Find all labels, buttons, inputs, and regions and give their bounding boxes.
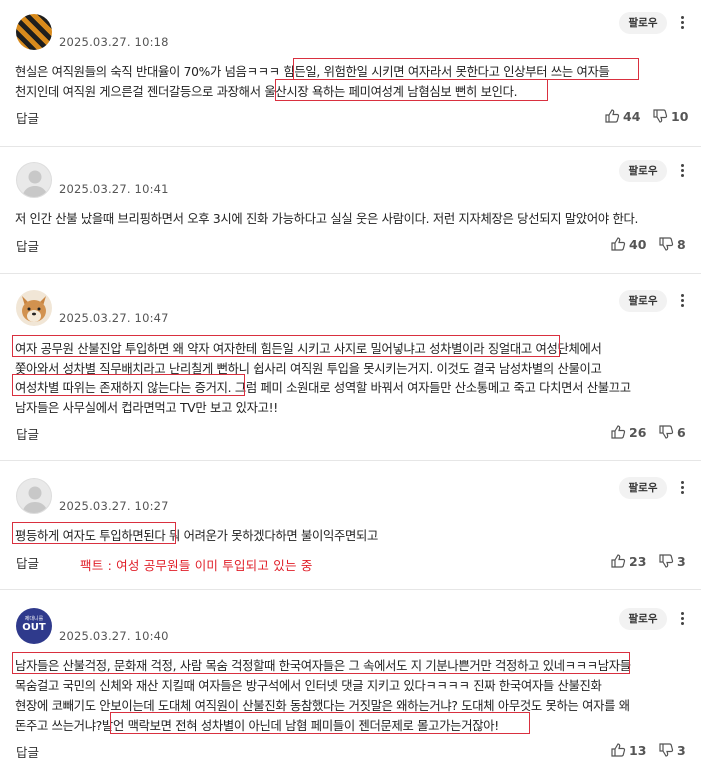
follow-button[interactable]: 팔로우: [619, 608, 667, 630]
comment-date: 2025.03.27. 10:40: [59, 629, 169, 643]
fact-note: 팩트 : 여성 공무원들 이미 투입되고 있는 중: [80, 558, 313, 573]
comment-item: 2025.03.27. 10:47 팔로우 여자 공무원 산불진압 투입하면 왜…: [0, 274, 701, 460]
thumbs-up-icon: [611, 237, 626, 251]
thumbs-up-icon: [611, 425, 626, 439]
comment-text-line: 남자들은 사무실에서 컵라면먹고 TV만 보고 있자고!!: [15, 401, 278, 415]
comment-text-line: 저 인간 산불 났을때 브리핑하면서 오후 3시에 진화 가능하다고 실실 웃은…: [15, 212, 639, 226]
reply-button[interactable]: 답글: [16, 553, 39, 572]
follow-button[interactable]: 팔로우: [619, 290, 667, 312]
more-options-icon[interactable]: [677, 292, 687, 310]
comment-item: 2025.03.27. 10:41 팔로우 저 인간 산불 났을때 브리핑하면서…: [0, 147, 701, 273]
like-count: 40: [629, 236, 647, 252]
follow-button[interactable]: 팔로우: [619, 160, 667, 182]
thumbs-down-icon: [659, 237, 674, 251]
follow-button[interactable]: 팔로우: [619, 12, 667, 34]
avatar-badge-text: OUT: [22, 622, 46, 633]
like-button[interactable]: 26: [610, 424, 646, 440]
like-button[interactable]: 13: [610, 742, 646, 758]
like-button[interactable]: 40: [610, 236, 646, 252]
avatar[interactable]: [16, 478, 52, 514]
like-count: 23: [629, 553, 647, 569]
avatar[interactable]: [16, 14, 52, 50]
avatar[interactable]: [16, 162, 52, 198]
comment-item: 2025.03.27. 10:27 팔로우 평등하게 여자도 투입하면된다 뭐 …: [0, 461, 701, 589]
highlight-box: [275, 79, 548, 101]
reply-button[interactable]: 답글: [16, 236, 39, 255]
more-options-icon[interactable]: [677, 162, 687, 180]
comment-text-line: 목숨걸고 국민의 신체와 재산 지킬때 여자들은 방구석에서 인터넷 댓글 지키…: [15, 679, 602, 693]
more-options-icon[interactable]: [677, 610, 687, 628]
dislike-count: 10: [671, 108, 689, 124]
thumbs-down-icon: [659, 554, 674, 568]
thumbs-down-icon: [659, 425, 674, 439]
comment-item: 제대니를 OUT 2025.03.27. 10:40 팔로우 남자들은 산불걱정…: [0, 590, 701, 776]
avatar[interactable]: [16, 290, 52, 326]
highlight-box: [12, 374, 245, 396]
highlight-box: [293, 58, 639, 80]
thumbs-down-icon: [653, 109, 668, 123]
highlight-box: [12, 522, 176, 544]
avatar[interactable]: 제대니를 OUT: [16, 608, 52, 644]
dislike-count: 8: [677, 236, 686, 252]
highlight-box: [12, 335, 560, 357]
comment-item: 2025.03.27. 10:18 팔로우 현실은 여직원들의 숙직 반대율이 …: [0, 0, 701, 146]
like-count: 13: [629, 742, 647, 758]
dislike-count: 3: [677, 553, 686, 569]
thumbs-up-icon: [611, 554, 626, 568]
reply-button[interactable]: 답글: [16, 424, 39, 443]
like-button[interactable]: 23: [610, 553, 646, 569]
dislike-button[interactable]: 6: [658, 424, 686, 440]
dislike-button[interactable]: 3: [658, 742, 686, 758]
dislike-button[interactable]: 10: [652, 108, 688, 124]
reply-button[interactable]: 답글: [16, 108, 39, 127]
comment-date: 2025.03.27. 10:41: [59, 182, 169, 196]
more-options-icon[interactable]: [677, 14, 687, 32]
like-count: 44: [623, 108, 641, 124]
dislike-count: 3: [677, 742, 686, 758]
dislike-button[interactable]: 8: [658, 236, 686, 252]
like-count: 26: [629, 424, 647, 440]
highlight-box: [110, 712, 530, 734]
thumbs-up-icon: [611, 743, 626, 757]
reply-button[interactable]: 답글: [16, 742, 39, 761]
follow-button[interactable]: 팔로우: [619, 477, 667, 499]
dislike-count: 6: [677, 424, 686, 440]
comment-date: 2025.03.27. 10:27: [59, 499, 169, 513]
comment-date: 2025.03.27. 10:18: [59, 35, 169, 49]
thumbs-down-icon: [659, 743, 674, 757]
like-button[interactable]: 44: [604, 108, 640, 124]
more-options-icon[interactable]: [677, 479, 687, 497]
thumbs-up-icon: [605, 109, 620, 123]
highlight-box: [12, 652, 630, 674]
comment-date: 2025.03.27. 10:47: [59, 311, 169, 325]
dislike-button[interactable]: 3: [658, 553, 686, 569]
